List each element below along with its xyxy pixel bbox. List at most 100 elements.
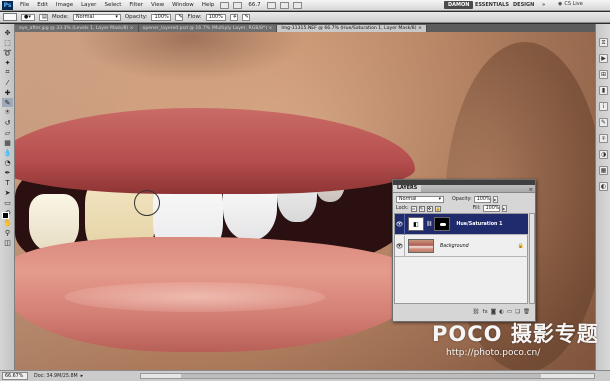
add-mask-icon[interactable]: ◙ (491, 309, 496, 315)
hand-tool-button[interactable] (266, 1, 276, 9)
eyedropper-tool-icon[interactable]: ⁄ (2, 78, 13, 87)
bridge-button[interactable] (220, 1, 230, 9)
quick-mask-icon[interactable]: ◫ (2, 238, 13, 247)
status-menu-arrow-icon[interactable]: ▸ (81, 373, 84, 379)
workspace-design[interactable]: DESIGN (509, 1, 538, 9)
fill-field[interactable]: 100% (482, 205, 500, 212)
clone-source-panel-icon[interactable]: ⍟ (599, 134, 608, 143)
opacity-slider-button[interactable]: ▸ (492, 196, 498, 203)
move-tool-icon[interactable]: ✥ (2, 28, 13, 37)
horizontal-scrollbar[interactable] (140, 373, 595, 379)
lock-pixels-icon[interactable]: ✎ (418, 205, 425, 212)
screen-mode-button[interactable] (292, 1, 302, 9)
workspace-more-button[interactable]: » (538, 1, 549, 9)
tool-preset-picker[interactable] (3, 13, 17, 21)
histogram-panel-icon[interactable]: ▮ (599, 86, 608, 95)
layer-background[interactable]: 👁 Background 🔒 (395, 235, 528, 257)
background-thumbnail[interactable] (408, 239, 434, 253)
layer-mask-thumbnail[interactable] (434, 217, 451, 231)
menu-file[interactable]: File (16, 2, 33, 8)
hand-tool-icon[interactable]: ✋ (2, 218, 13, 227)
mini-bridge-button[interactable] (233, 1, 243, 9)
crop-tool-icon[interactable]: ⌗ (2, 68, 13, 77)
pressure-opacity-icon[interactable]: ✎ (175, 13, 184, 21)
history-brush-tool-icon[interactable]: ↺ (2, 118, 13, 127)
layer-name[interactable]: Background (440, 244, 469, 249)
panel-menu-icon[interactable]: ≡ (529, 187, 533, 193)
menu-filter[interactable]: Filter (125, 2, 147, 8)
tab-eye-after[interactable]: eye_after.jpg @ 33.3% (Levels 1, Layer M… (15, 25, 139, 32)
path-select-tool-icon[interactable]: ➤ (2, 188, 13, 197)
menu-window[interactable]: Window (168, 2, 198, 8)
opacity-field[interactable]: 100% (151, 13, 172, 21)
brush-size-picker[interactable]: ●▾ (21, 13, 35, 21)
shape-tool-icon[interactable]: ▭ (2, 198, 13, 207)
layers-scrollbar[interactable] (529, 213, 535, 304)
swatches-panel-icon[interactable]: ▦ (599, 166, 608, 175)
menu-help[interactable]: Help (198, 2, 219, 8)
menu-edit[interactable]: Edit (33, 2, 52, 8)
menu-select[interactable]: Select (100, 2, 125, 8)
mode-select[interactable]: Normal ▾ (72, 13, 121, 21)
cs-live-menu[interactable]: ◉ CS Live (558, 1, 583, 7)
new-group-folder-icon[interactable]: ▭ (507, 309, 512, 315)
info-panel-icon[interactable]: i (599, 102, 608, 111)
layer-hue-saturation[interactable]: 👁 ◧ ⛓ Hue/Saturation 1 (395, 213, 528, 235)
workspace-damon[interactable]: DAMON (444, 1, 474, 9)
clone-stamp-tool-icon[interactable]: ⍟ (2, 108, 13, 117)
gradient-tool-icon[interactable]: ▦ (2, 138, 13, 147)
brush-cursor (134, 190, 160, 216)
tab-opener-layered[interactable]: opener_layered.psd @ 16.7% (Multiply Lay… (138, 25, 278, 32)
doc-size-info: Doc: 34.9M/25.8M (34, 373, 78, 379)
adjustment-thumbnail-icon[interactable]: ◧ (408, 217, 424, 231)
pen-tool-icon[interactable]: ✒ (2, 168, 13, 177)
zoom-tool-icon[interactable]: ⚲ (2, 228, 13, 237)
blend-mode-select[interactable]: Normal ▾ (396, 196, 444, 203)
foreground-color-swatch[interactable] (2, 212, 9, 219)
visibility-eye-icon[interactable]: 👁 (395, 213, 405, 235)
new-adjustment-icon[interactable]: ◐ (499, 309, 504, 315)
fill-slider-button[interactable]: ▸ (501, 205, 507, 212)
pressure-size-icon[interactable]: ✎ (241, 13, 250, 21)
zoom-level-menu[interactable]: 66.7 (244, 2, 264, 8)
healing-brush-tool-icon[interactable]: ✚ (2, 88, 13, 97)
layers-panel: LAYERS ≡ Normal ▾ Opacity: 100% ▸ Lock: … (392, 179, 536, 322)
scrollbar-thumb[interactable] (181, 374, 541, 378)
layer-opacity-field[interactable]: 100% (473, 196, 491, 203)
menu-view[interactable]: View (147, 2, 168, 8)
quick-select-tool-icon[interactable]: ✦ (2, 58, 13, 67)
menu-layer[interactable]: Layer (77, 2, 100, 8)
brush-tool-icon[interactable]: ✎ (2, 98, 13, 107)
link-layers-icon[interactable]: ⛓ (473, 309, 480, 315)
dodge-tool-icon[interactable]: ◔ (2, 158, 13, 167)
brush-panel-icon[interactable]: ✎ (599, 118, 608, 127)
workspace-essentials[interactable]: ESSENTIALS (471, 1, 513, 9)
lock-all-icon[interactable]: 🔒 (434, 205, 441, 212)
type-tool-icon[interactable]: T (2, 178, 13, 187)
layer-name[interactable]: Hue/Saturation 1 (456, 222, 502, 227)
adjustments-panel-icon[interactable]: ◐ (599, 182, 608, 191)
eraser-tool-icon[interactable]: ▱ (2, 128, 13, 137)
tab-img-11315[interactable]: Img-11315.NEF @ 66.7% (Hue/Saturation 1,… (277, 25, 427, 32)
fx-icon[interactable]: fx (483, 309, 488, 315)
blur-tool-icon[interactable]: 💧 (2, 148, 13, 157)
marquee-tool-icon[interactable]: ⬚ (2, 38, 13, 47)
new-layer-icon[interactable]: ❏ (515, 309, 520, 315)
lock-transparency-icon[interactable]: ▫ (410, 205, 417, 212)
arrange-documents-button[interactable] (279, 1, 289, 9)
navigator-panel-icon[interactable]: ⊞ (599, 70, 608, 79)
brush-panel-toggle-icon[interactable]: ▤ (39, 13, 48, 21)
visibility-eye-icon[interactable]: 👁 (395, 235, 405, 257)
mask-link-icon[interactable]: ⛓ (426, 221, 432, 227)
history-panel-icon[interactable]: ⧖ (599, 38, 608, 47)
airbrush-icon[interactable]: ✈ (229, 13, 238, 21)
color-panel-icon[interactable]: ◑ (599, 150, 608, 159)
trash-icon[interactable]: 🗑 (523, 309, 530, 315)
menu-image[interactable]: Image (52, 2, 77, 8)
zoom-field[interactable]: 66.67% (2, 372, 28, 380)
lock-position-icon[interactable]: ✥ (426, 205, 433, 212)
tab-layers[interactable]: LAYERS (393, 185, 422, 192)
actions-panel-icon[interactable]: ▶ (599, 54, 608, 63)
flow-field[interactable]: 100% (205, 13, 226, 21)
lasso-tool-icon[interactable]: ➰ (2, 48, 13, 57)
